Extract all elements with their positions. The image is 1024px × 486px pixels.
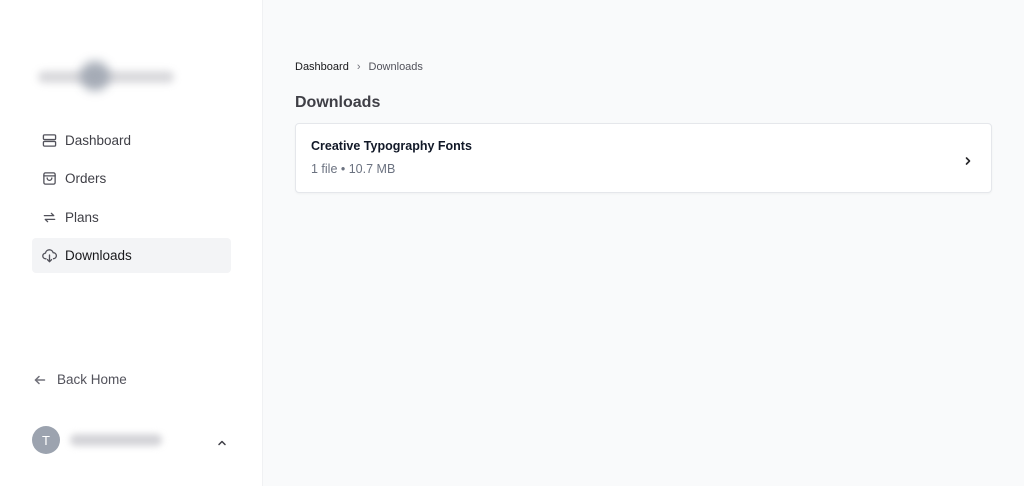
page-title: Downloads — [295, 94, 381, 111]
breadcrumb-dashboard[interactable]: Dashboard — [295, 61, 349, 73]
server-icon — [41, 133, 57, 149]
chevron-up-icon[interactable] — [217, 435, 227, 446]
repeat-icon — [41, 209, 57, 225]
cloud-download-icon — [41, 247, 57, 263]
user-menu[interactable]: T — [32, 426, 231, 454]
sidebar-item-label: Downloads — [65, 247, 132, 263]
sidebar-item-dashboard[interactable]: Dashboard — [32, 123, 231, 158]
sidebar-item-plans[interactable]: Plans — [32, 200, 231, 235]
sidebar-item-downloads[interactable]: Downloads — [32, 237, 231, 273]
logo-mark-blurred — [80, 61, 110, 91]
sidebar-item-label: Plans — [65, 209, 99, 225]
chevron-right-icon — [963, 153, 973, 165]
sidebar: Dashboard Orders Plans Downloads Back Ho… — [0, 0, 263, 486]
download-card[interactable]: Creative Typography Fonts 1 file • 10.7 … — [295, 123, 992, 193]
download-title: Creative Typography Fonts — [311, 139, 472, 153]
sidebar-item-label: Orders — [65, 171, 107, 187]
breadcrumb-separator: › — [356, 61, 361, 73]
sidebar-item-orders[interactable]: Orders — [32, 161, 231, 196]
back-home-label: Back Home — [57, 372, 127, 387]
user-name-blurred — [70, 434, 162, 446]
breadcrumb-current: Downloads — [368, 61, 423, 73]
brand-logo[interactable] — [34, 57, 178, 97]
shopping-bag-icon — [41, 171, 57, 187]
avatar: T — [32, 426, 60, 454]
sidebar-nav: Dashboard Orders Plans Downloads — [32, 123, 231, 276]
arrow-left-icon — [34, 375, 46, 384]
main-content: Dashboard › Downloads Downloads Creative… — [263, 0, 1024, 486]
sidebar-item-label: Dashboard — [65, 133, 132, 148]
back-home-link[interactable]: Back Home — [34, 372, 127, 387]
download-meta: 1 file • 10.7 MB — [311, 162, 396, 176]
breadcrumb: Dashboard › Downloads — [295, 61, 423, 73]
